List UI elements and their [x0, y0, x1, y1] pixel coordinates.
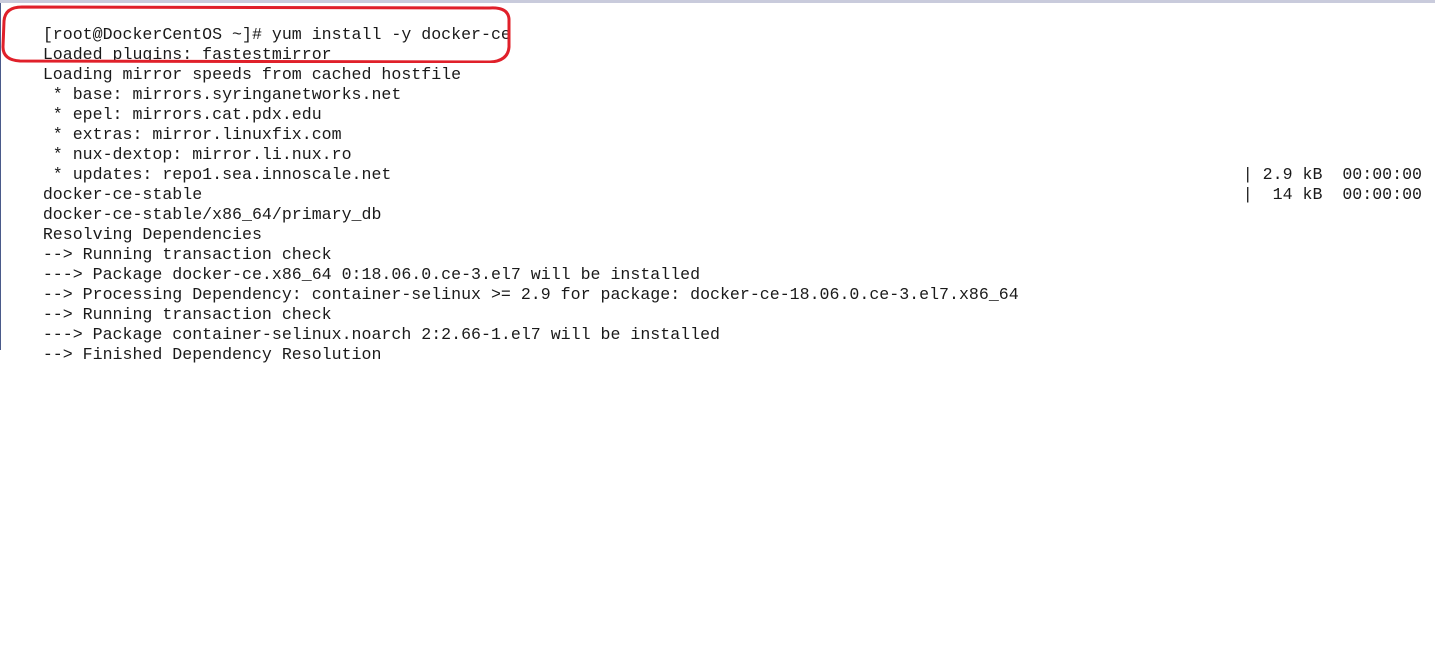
window-top-border: [0, 0, 1435, 3]
terminal-line: * updates: repo1.sea.innoscale.net: [3, 145, 1428, 184]
terminal-line: ---> Package container-selinux.noarch 2:…: [3, 305, 1428, 344]
terminal-line: * extras: mirror.linuxfix.com: [3, 105, 1428, 144]
terminal-line-command: [root@DockerCentOS ~]# yum install -y do…: [3, 5, 1428, 44]
window-left-border: [0, 3, 1, 350]
terminal-line: Loaded plugins: fastestmirror: [3, 25, 1428, 64]
download-stats: | 14 kB 00:00:00: [1242, 185, 1422, 204]
terminal-line: Loading mirror speeds from cached hostfi…: [3, 45, 1428, 84]
terminal-line: * base: mirrors.syringanetworks.net: [3, 65, 1428, 104]
terminal-line: docker-ce-stable | 2.9 kB 00:00:00: [3, 165, 1428, 204]
download-stats: | 2.9 kB 00:00:00: [1242, 165, 1422, 184]
terminal-line: docker-ce-stable/x86_64/primary_db | 14 …: [3, 185, 1428, 224]
terminal-line: --> Running transaction check: [3, 225, 1428, 264]
terminal-line: --> Processing Dependency: container-sel…: [3, 265, 1428, 304]
terminal-line: --> Finished Dependency Resolution: [3, 325, 1428, 364]
terminal-line: Resolving Dependencies: [3, 205, 1428, 244]
terminal-line: * nux-dextop: mirror.li.nux.ro: [3, 125, 1428, 164]
terminal-line: --> Running transaction check: [3, 285, 1428, 324]
terminal-line: ---> Package docker-ce.x86_64 0:18.06.0.…: [3, 245, 1428, 284]
output-text: --> Finished Dependency Resolution: [42, 345, 382, 364]
terminal-output[interactable]: [root@DockerCentOS ~]# yum install -y do…: [3, 5, 1428, 364]
terminal-line: * epel: mirrors.cat.pdx.edu: [3, 85, 1428, 124]
